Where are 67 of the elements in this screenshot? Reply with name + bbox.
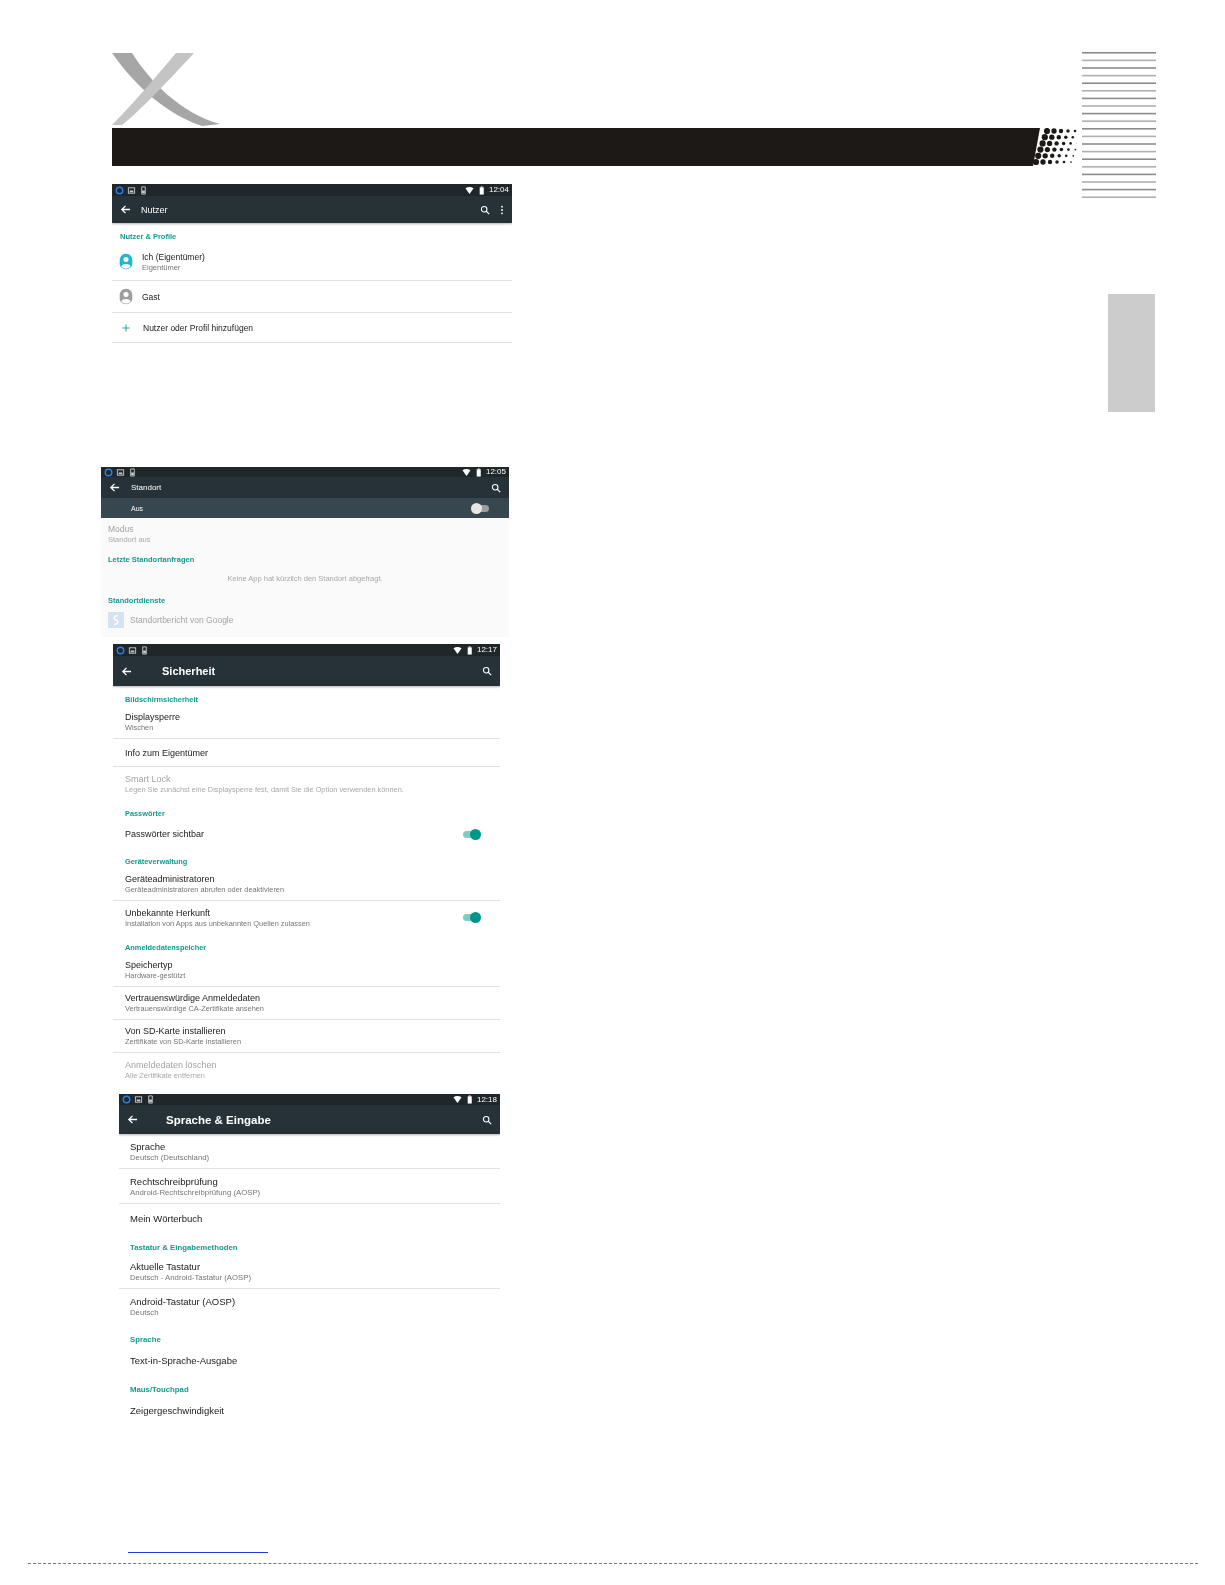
setting-title: Unbekannte Herkunft [125, 907, 212, 918]
sd-card-icon [140, 645, 149, 655]
wifi-icon [461, 467, 471, 477]
setting-title: Smart Lock [125, 773, 172, 784]
screen-title: Nutzer [141, 204, 168, 215]
back-arrow-icon[interactable] [109, 482, 120, 493]
more-icon[interactable] [500, 204, 504, 215]
setting-title: Ich (Eigentümer) [142, 251, 206, 262]
status-time: 12:05 [485, 468, 506, 476]
wifi-icon [464, 185, 474, 195]
setting-title: Standortbericht von Google [130, 615, 235, 625]
setting-title: Rechtschreibprüfung [130, 1175, 219, 1187]
sync-icon [104, 467, 113, 477]
image-icon [134, 1095, 143, 1104]
screen-title: Sicherheit [162, 665, 216, 677]
toggle-switch[interactable] [472, 504, 489, 512]
settings-row[interactable]: Text-in-Sprache-Ausgabe [119, 1346, 500, 1374]
status-time: 12:18 [476, 1095, 497, 1104]
setting-title: Aktuelle Tastatur [130, 1260, 202, 1272]
setting-title: Android-Tastatur (AOSP) [130, 1296, 237, 1307]
screen-title: Standort [131, 483, 162, 492]
app-icon [108, 612, 124, 628]
setting-title: Sprache [130, 1140, 167, 1152]
wifi-icon [452, 1095, 462, 1104]
plus-icon [122, 323, 130, 332]
sync-icon [122, 1095, 131, 1104]
setting-title: Mein Wörterbuch [130, 1212, 204, 1224]
setting-title: Speichertyp [125, 960, 174, 970]
image-icon [128, 645, 137, 655]
settings-row[interactable]: Gast [112, 281, 512, 313]
setting-title: Nutzer oder Profil hinzufügen [143, 322, 255, 333]
setting-title: Geräteadministratoren [125, 874, 216, 884]
settings-row[interactable]: Nutzer oder Profil hinzufügen [112, 313, 512, 343]
setting-title: Vertrauenswürdige Anmeldedaten [125, 993, 262, 1003]
image-icon [127, 185, 136, 195]
settings-row[interactable]: Mein Wörterbuch [119, 1204, 500, 1232]
search-icon[interactable] [482, 666, 492, 676]
wifi-icon [452, 645, 462, 655]
image-icon [116, 467, 125, 477]
setting-title: Passwörter sichtbar [125, 829, 206, 839]
search-icon[interactable] [491, 482, 501, 493]
sync-icon [115, 185, 124, 195]
setting-title: Anmeldedaten löschen [125, 1059, 218, 1070]
screen-title: Sprache & Eingabe [166, 1113, 271, 1126]
sd-card-icon [146, 1095, 155, 1104]
setting-title: Modus [108, 523, 135, 534]
setting-title: Info zum Eigentümer [125, 747, 210, 758]
sd-card-icon [128, 467, 137, 477]
toggle-switch[interactable] [463, 914, 480, 921]
toggle-switch[interactable] [463, 830, 480, 838]
setting-title: Text-in-Sprache-Ausgabe [130, 1354, 239, 1366]
sd-card-icon [139, 185, 148, 195]
settings-row[interactable]: Info zum Eigentümer [113, 739, 500, 767]
settings-row[interactable]: Passwörter sichtbar [113, 820, 500, 848]
setting-title: Zeigergeschwindigkeit [130, 1404, 225, 1416]
status-time: 12:17 [476, 646, 497, 654]
setting-title: Von SD-Karte installieren [125, 1026, 227, 1036]
search-icon[interactable] [482, 1114, 492, 1125]
setting-title: Gast [142, 291, 161, 302]
back-arrow-icon[interactable] [121, 665, 132, 677]
search-icon[interactable] [480, 204, 490, 215]
back-arrow-icon[interactable] [127, 1114, 138, 1125]
setting-title: Displaysperre [125, 712, 182, 722]
sync-icon [116, 645, 125, 655]
settings-row[interactable]: Zeigergeschwindigkeit [119, 1396, 500, 1424]
back-arrow-icon[interactable] [120, 204, 131, 215]
status-time: 12:04 [488, 186, 509, 194]
